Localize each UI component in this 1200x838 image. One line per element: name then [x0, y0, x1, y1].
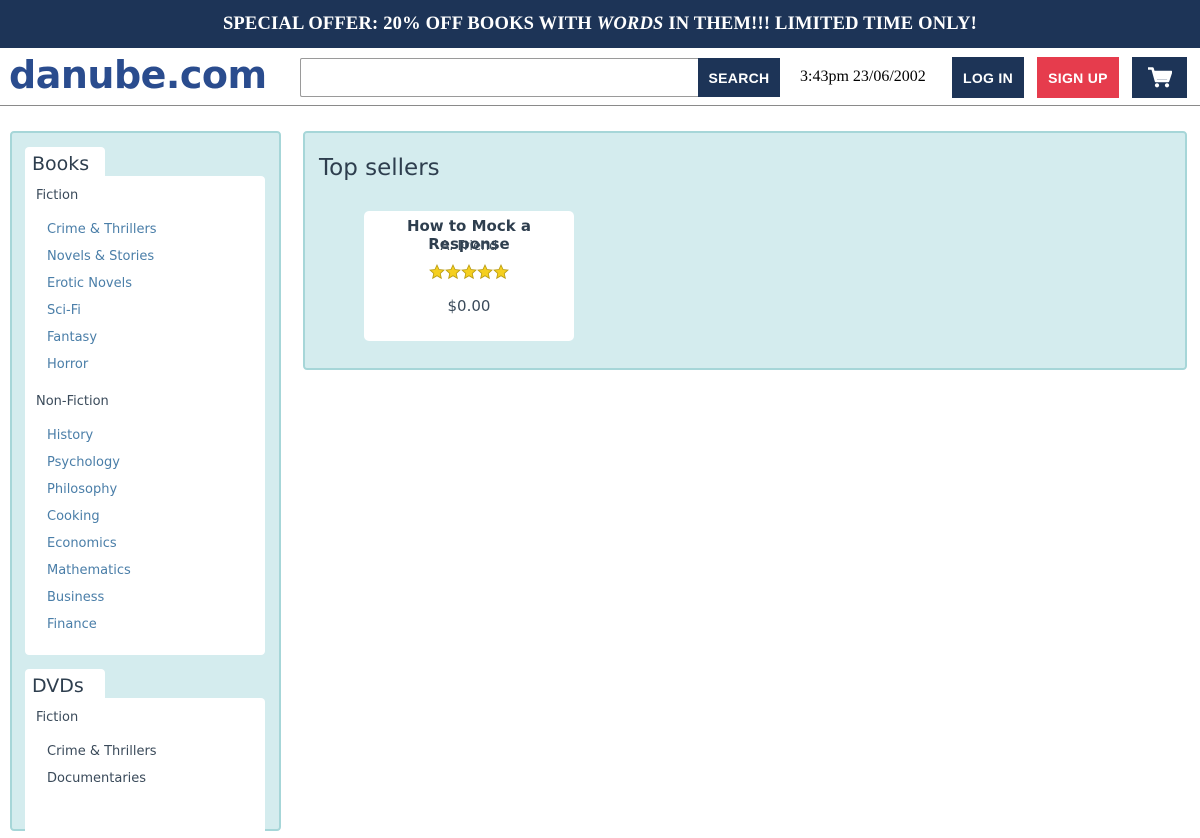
category-link[interactable]: Sci-Fi	[47, 303, 81, 318]
category-link[interactable]: Horror	[47, 357, 88, 372]
category-link[interactable]: Business	[47, 590, 104, 605]
cart-button[interactable]	[1132, 57, 1187, 98]
star-icon	[461, 264, 477, 280]
category-link[interactable]: Fantasy	[47, 330, 97, 345]
promo-banner-suffix: IN THEM!!! LIMITED TIME ONLY!	[663, 13, 978, 34]
category-link[interactable]: Erotic Novels	[47, 276, 132, 291]
product-author: A. Friend	[440, 239, 498, 254]
category-link[interactable]: Cooking	[47, 509, 100, 524]
category-tab-books[interactable]: Books	[25, 147, 105, 177]
search-input[interactable]	[300, 58, 698, 97]
star-icon	[477, 264, 493, 280]
group-label-fiction: Fiction	[36, 188, 79, 203]
category-link[interactable]: Psychology	[47, 455, 120, 470]
section-title: Top sellers	[319, 155, 440, 181]
product-price: $0.00	[447, 297, 491, 315]
category-sidebar: Books Fiction Crime & Thrillers Novels &…	[10, 131, 281, 838]
site-header: danube.com SEARCH 3:43pm 23/06/2002 LOG …	[0, 48, 1200, 106]
star-icon	[493, 264, 509, 280]
category-link[interactable]: Crime & Thrillers	[47, 222, 157, 237]
category-link[interactable]: Economics	[47, 536, 117, 551]
group-label-non-fiction: Non-Fiction	[36, 394, 109, 409]
category-panel-dvds: Fiction Crime & Thrillers Documentaries	[25, 698, 265, 838]
category-tab-dvds[interactable]: DVDs	[25, 669, 105, 699]
category-link[interactable]: Finance	[47, 617, 97, 632]
site-logo[interactable]: danube.com	[9, 53, 267, 97]
category-panel-books: Fiction Crime & Thrillers Novels & Stori…	[25, 176, 265, 655]
star-rating	[364, 264, 574, 280]
promo-banner-prefix: SPECIAL OFFER: 20% OFF BOOKS WITH	[222, 13, 597, 34]
login-button[interactable]: LOG IN	[952, 57, 1024, 98]
shopping-cart-icon	[1147, 67, 1172, 88]
search-button[interactable]: SEARCH	[698, 58, 780, 97]
category-link[interactable]: Mathematics	[47, 563, 131, 578]
category-link[interactable]: Philosophy	[47, 482, 117, 497]
category-link[interactable]: Novels & Stories	[47, 249, 154, 264]
star-icon	[429, 264, 445, 280]
clock-display: 3:43pm 23/06/2002	[800, 68, 926, 85]
category-link[interactable]: Crime & Thrillers	[47, 744, 157, 759]
group-label-fiction: Fiction	[36, 710, 79, 725]
star-icon	[445, 264, 461, 280]
top-sellers-panel: Top sellers How to Mock a Response A. Fr…	[303, 131, 1187, 370]
signup-button[interactable]: SIGN UP	[1037, 57, 1119, 98]
promo-banner: SPECIAL OFFER: 20% OFF BOOKS WITH WORDS …	[0, 0, 1200, 48]
category-link[interactable]: Documentaries	[47, 771, 146, 786]
promo-banner-emphasis: WORDS	[596, 13, 664, 34]
product-card[interactable]: How to Mock a Response A. Friend $0.00	[364, 211, 574, 341]
category-link[interactable]: History	[47, 428, 93, 443]
